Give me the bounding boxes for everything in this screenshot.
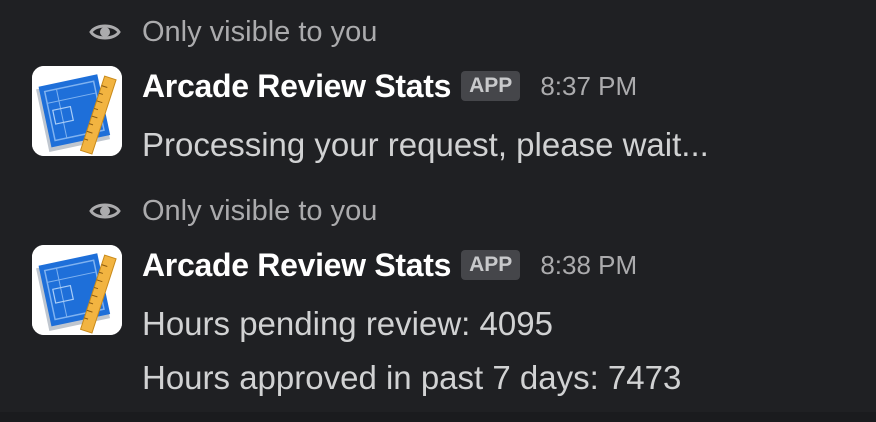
app-badge: APP (461, 250, 521, 280)
ephemeral-label: Only visible to you (142, 194, 378, 227)
ephemeral-notice: Only visible to you (88, 194, 377, 228)
message-text: Hours pending review: 4095 (142, 305, 553, 342)
message-text: Hours approved in past 7 days: 7473 (142, 359, 682, 396)
app-avatar[interactable] (32, 66, 122, 156)
app-name-link[interactable]: Arcade Review Stats (142, 247, 451, 284)
app-name-link[interactable]: Arcade Review Stats (142, 68, 451, 105)
ephemeral-notice: Only visible to you (88, 15, 377, 49)
message-body: Hours pending review: 4095 Hours approve… (142, 297, 681, 405)
eye-icon (88, 200, 122, 222)
composer-edge (0, 412, 876, 422)
message-timestamp[interactable]: 8:38 PM (540, 250, 637, 281)
message-timestamp[interactable]: 8:37 PM (540, 71, 637, 102)
message-header: Arcade Review Stats APP 8:38 PM (142, 245, 637, 285)
message-header: Arcade Review Stats APP 8:37 PM (142, 66, 637, 106)
message-text: Processing your request, please wait... (142, 126, 709, 163)
ephemeral-label: Only visible to you (142, 15, 378, 48)
app-avatar[interactable] (32, 245, 122, 335)
message-body: Processing your request, please wait... (142, 118, 709, 172)
blueprint-ruler-icon (32, 245, 122, 335)
blueprint-ruler-icon (32, 66, 122, 156)
eye-icon (88, 21, 122, 43)
app-badge: APP (461, 71, 521, 101)
